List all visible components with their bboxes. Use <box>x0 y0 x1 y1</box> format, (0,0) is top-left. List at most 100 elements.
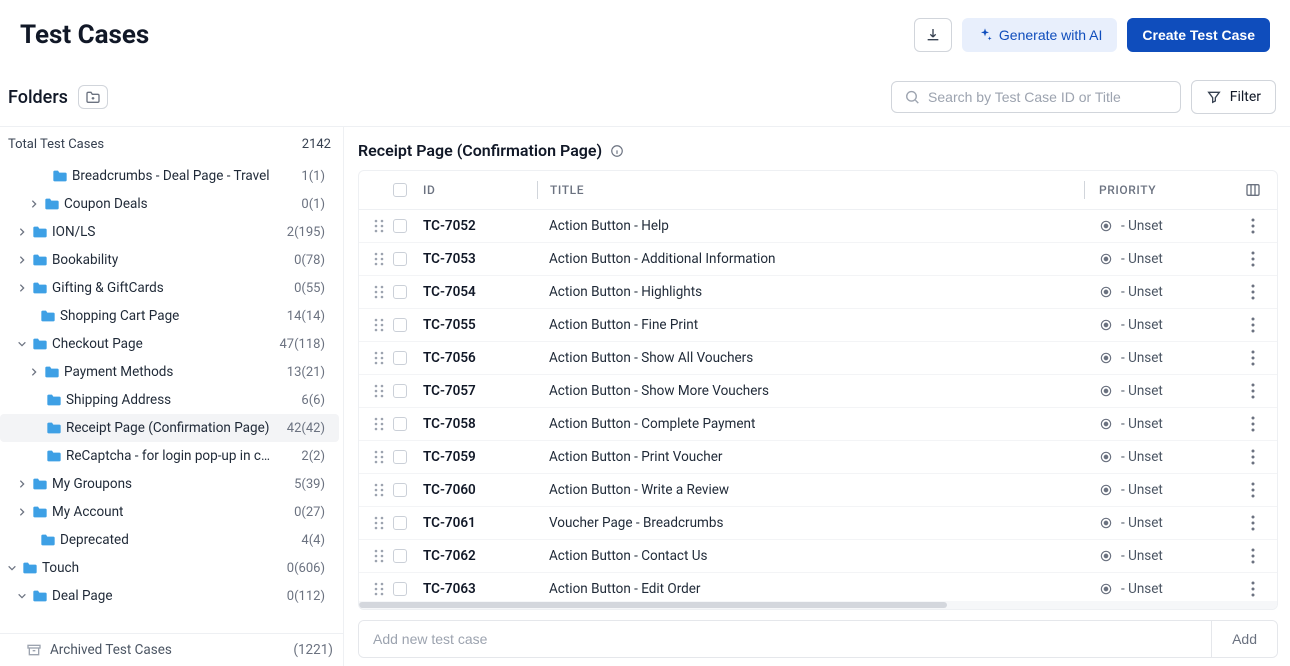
priority-cell[interactable]: - Unset <box>1099 218 1235 234</box>
row-checkbox[interactable] <box>393 384 407 398</box>
table-row[interactable]: TC-7059 Action Button - Print Voucher - … <box>359 441 1277 474</box>
row-checkbox[interactable] <box>393 252 407 266</box>
drag-handle[interactable] <box>365 549 393 563</box>
drag-handle[interactable] <box>365 516 393 530</box>
table-row[interactable]: TC-7055 Action Button - Fine Print - Uns… <box>359 309 1277 342</box>
priority-cell[interactable]: - Unset <box>1099 515 1235 531</box>
sidebar-item[interactable]: My Groupons 5(39) <box>0 470 339 498</box>
chevron-right-icon[interactable] <box>16 254 28 266</box>
row-menu-button[interactable] <box>1235 581 1271 597</box>
test-case-title[interactable]: Action Button - Edit Order <box>537 581 1085 597</box>
sidebar-item[interactable]: ReCaptcha - for login pop-up in chec... … <box>0 442 339 470</box>
row-checkbox[interactable] <box>393 450 407 464</box>
sidebar-item[interactable]: Shipping Address 6(6) <box>0 386 339 414</box>
test-case-title[interactable]: Action Button - Highlights <box>537 284 1085 300</box>
row-menu-button[interactable] <box>1235 515 1271 531</box>
test-case-title[interactable]: Action Button - Help <box>537 218 1085 234</box>
sidebar-item[interactable]: Shopping Cart Page 14(14) <box>0 302 339 330</box>
sidebar-item[interactable]: Deprecated 4(4) <box>0 526 339 554</box>
priority-cell[interactable]: - Unset <box>1099 284 1235 300</box>
sidebar-item[interactable]: Gifting & GiftCards 0(55) <box>0 274 339 302</box>
drag-handle[interactable] <box>365 285 393 299</box>
row-menu-button[interactable] <box>1235 482 1271 498</box>
search-input[interactable] <box>928 89 1168 105</box>
priority-cell[interactable]: - Unset <box>1099 251 1235 267</box>
table-row[interactable]: TC-7058 Action Button - Complete Payment… <box>359 408 1277 441</box>
test-case-title[interactable]: Action Button - Complete Payment <box>537 416 1085 432</box>
test-case-title[interactable]: Voucher Page - Breadcrumbs <box>537 515 1085 531</box>
sidebar-item[interactable]: My Account 0(27) <box>0 498 339 526</box>
sidebar-item[interactable]: Breadcrumbs - Deal Page - Travel 1(1) <box>0 162 339 190</box>
filter-button[interactable]: Filter <box>1191 80 1276 114</box>
row-menu-button[interactable] <box>1235 416 1271 432</box>
info-icon[interactable] <box>610 144 624 158</box>
drag-handle[interactable] <box>365 450 393 464</box>
chevron-right-icon[interactable] <box>16 506 28 518</box>
table-row[interactable]: TC-7062 Action Button - Contact Us - Uns… <box>359 540 1277 573</box>
test-case-title[interactable]: Action Button - Show More Vouchers <box>537 383 1085 399</box>
sidebar-item[interactable]: Coupon Deals 0(1) <box>0 190 339 218</box>
download-button[interactable] <box>914 18 952 52</box>
table-row[interactable]: TC-7053 Action Button - Additional Infor… <box>359 243 1277 276</box>
table-row[interactable]: TC-7063 Action Button - Edit Order - Uns… <box>359 573 1277 601</box>
priority-cell[interactable]: - Unset <box>1099 317 1235 333</box>
sidebar-item[interactable]: Bookability 0(78) <box>0 246 339 274</box>
priority-cell[interactable]: - Unset <box>1099 449 1235 465</box>
sidebar-item[interactable]: Payment Methods 13(21) <box>0 358 339 386</box>
horizontal-scrollbar[interactable] <box>359 601 1277 609</box>
row-menu-button[interactable] <box>1235 383 1271 399</box>
column-priority[interactable]: PRIORITY <box>1085 183 1235 197</box>
sidebar-item[interactable]: Deal Page 0(112) <box>0 582 339 610</box>
drag-handle[interactable] <box>365 351 393 365</box>
add-folder-button[interactable] <box>78 85 108 109</box>
priority-cell[interactable]: - Unset <box>1099 482 1235 498</box>
row-menu-button[interactable] <box>1235 251 1271 267</box>
chevron-down-icon[interactable] <box>16 338 28 350</box>
column-title[interactable]: TITLE <box>538 183 1084 197</box>
chevron-down-icon[interactable] <box>6 562 18 574</box>
chevron-right-icon[interactable] <box>28 366 40 378</box>
row-checkbox[interactable] <box>393 417 407 431</box>
priority-cell[interactable]: - Unset <box>1099 416 1235 432</box>
row-checkbox[interactable] <box>393 516 407 530</box>
chevron-right-icon[interactable] <box>16 282 28 294</box>
drag-handle[interactable] <box>365 384 393 398</box>
priority-cell[interactable]: - Unset <box>1099 383 1235 399</box>
priority-cell[interactable]: - Unset <box>1099 350 1235 366</box>
drag-handle[interactable] <box>365 219 393 233</box>
row-menu-button[interactable] <box>1235 548 1271 564</box>
chevron-right-icon[interactable] <box>16 478 28 490</box>
row-menu-button[interactable] <box>1235 218 1271 234</box>
sidebar-item[interactable]: Receipt Page (Confirmation Page) 42(42) <box>0 414 339 442</box>
column-settings-button[interactable] <box>1235 182 1271 198</box>
sidebar-item[interactable]: Touch 0(606) <box>0 554 339 582</box>
row-menu-button[interactable] <box>1235 317 1271 333</box>
table-row[interactable]: TC-7054 Action Button - Highlights - Uns… <box>359 276 1277 309</box>
table-row[interactable]: TC-7056 Action Button - Show All Voucher… <box>359 342 1277 375</box>
test-case-title[interactable]: Action Button - Fine Print <box>537 317 1085 333</box>
sidebar-item[interactable]: Checkout Page 47(118) <box>0 330 339 358</box>
folder-tree[interactable]: Breadcrumbs - Deal Page - Travel 1(1) Co… <box>0 162 343 633</box>
row-checkbox[interactable] <box>393 582 407 596</box>
table-row[interactable]: TC-7057 Action Button - Show More Vouche… <box>359 375 1277 408</box>
drag-handle[interactable] <box>365 252 393 266</box>
row-menu-button[interactable] <box>1235 284 1271 300</box>
row-menu-button[interactable] <box>1235 350 1271 366</box>
create-test-case-button[interactable]: Create Test Case <box>1127 18 1270 52</box>
drag-handle[interactable] <box>365 582 393 596</box>
test-case-title[interactable]: Action Button - Write a Review <box>537 482 1085 498</box>
test-case-title[interactable]: Action Button - Show All Vouchers <box>537 350 1085 366</box>
row-checkbox[interactable] <box>393 351 407 365</box>
table-row[interactable]: TC-7052 Action Button - Help - Unset <box>359 210 1277 243</box>
column-id[interactable]: ID <box>417 183 537 197</box>
chevron-right-icon[interactable] <box>16 226 28 238</box>
drag-handle[interactable] <box>365 417 393 431</box>
test-case-title[interactable]: Action Button - Contact Us <box>537 548 1085 564</box>
table-row[interactable]: TC-7061 Voucher Page - Breadcrumbs - Uns… <box>359 507 1277 540</box>
add-test-case-input[interactable] <box>359 621 1211 657</box>
chevron-right-icon[interactable] <box>28 198 40 210</box>
search-box[interactable] <box>891 81 1181 113</box>
row-checkbox[interactable] <box>393 285 407 299</box>
generate-ai-button[interactable]: Generate with AI <box>962 18 1118 52</box>
row-checkbox[interactable] <box>393 549 407 563</box>
